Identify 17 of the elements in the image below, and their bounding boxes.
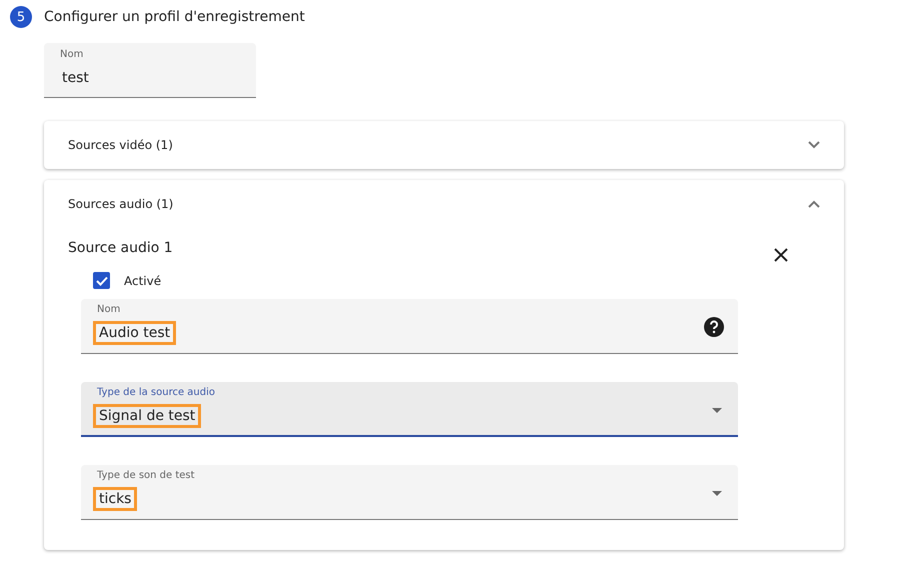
source-title: Source audio 1 [68, 240, 173, 256]
close-icon[interactable] [774, 248, 788, 262]
step-number: 5 [10, 6, 32, 28]
name-field[interactable]: Nom test [44, 43, 256, 98]
select-field[interactable]: Type de la source audio Signal de test [81, 382, 738, 437]
collapse-icon[interactable] [808, 200, 820, 208]
help-icon[interactable] [704, 317, 724, 337]
checkbox-label: Activé [124, 274, 162, 288]
checkbox[interactable] [93, 272, 110, 289]
text-field[interactable]: Nom Audio test [81, 299, 738, 354]
select-field[interactable]: Type de son de test ticks [81, 465, 738, 520]
step-title: Configurer un profil d'enregistrement [44, 9, 305, 25]
dropdown-caret-icon[interactable] [712, 491, 722, 496]
panel-title[interactable]: Sources vidéo (1) [68, 138, 173, 152]
panel-title[interactable]: Sources audio (1) [68, 197, 174, 211]
expand-icon[interactable] [808, 141, 820, 149]
dropdown-caret-icon[interactable] [712, 408, 722, 413]
